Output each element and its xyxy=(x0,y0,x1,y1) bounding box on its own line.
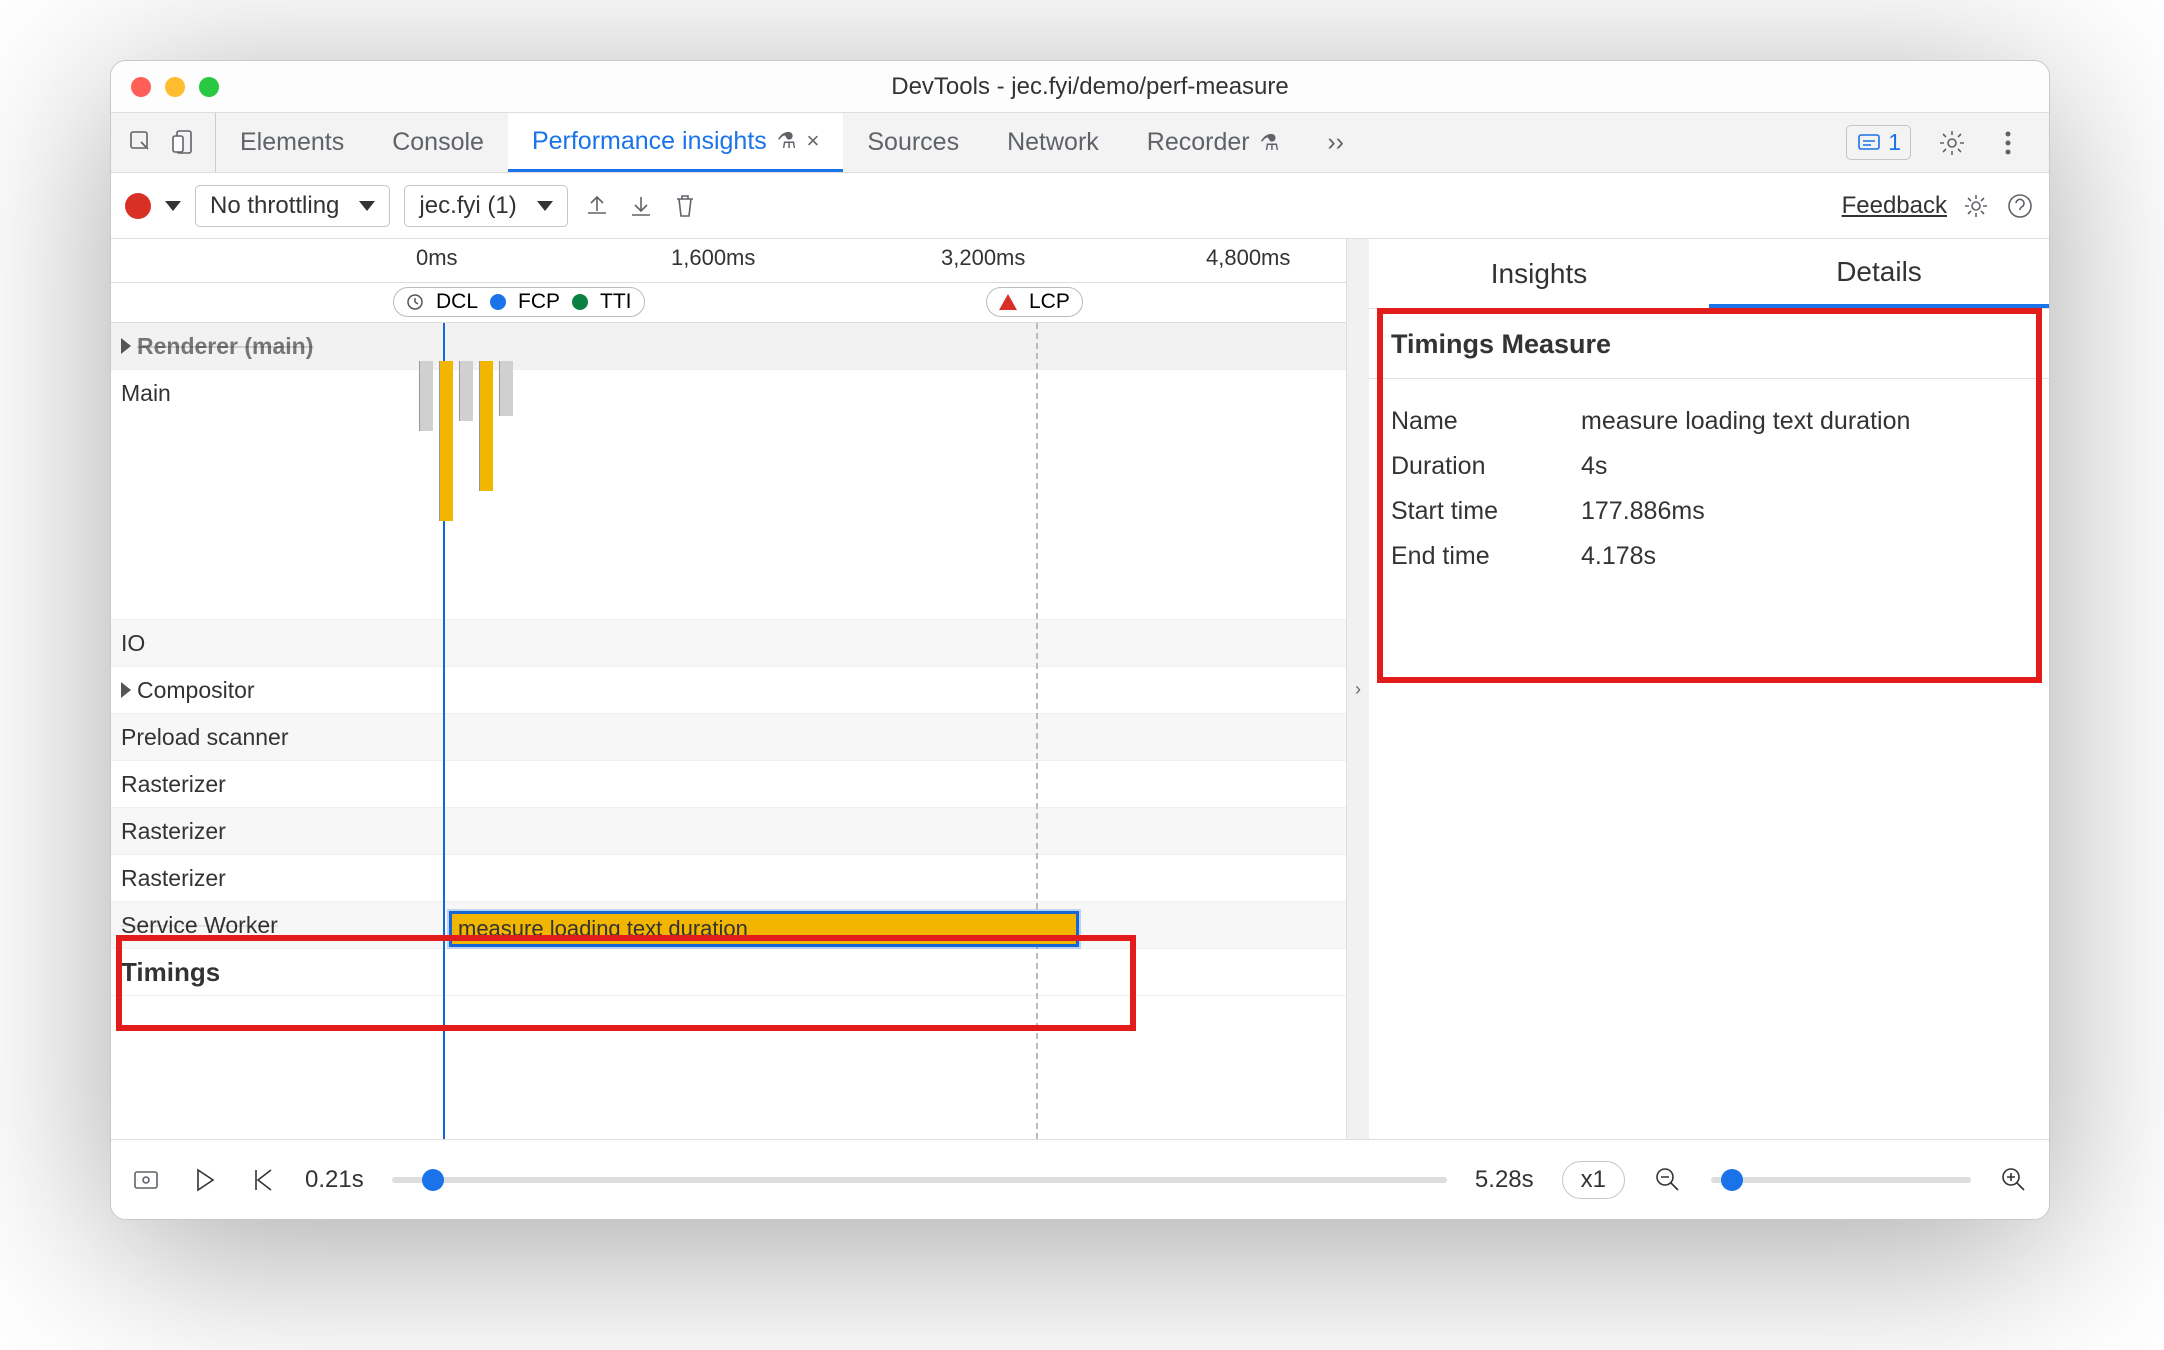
panel-tabs: Elements Console Performance insights ⚗ … xyxy=(111,113,2049,173)
title-bar: DevTools - jec.fyi/demo/perf-measure xyxy=(111,61,2049,113)
more-tabs[interactable]: ›› xyxy=(1303,113,1368,172)
track-main[interactable]: Main xyxy=(111,370,1346,620)
tab-sources[interactable]: Sources xyxy=(843,113,983,172)
tab-label: Console xyxy=(392,128,484,157)
chevron-right-icon: › xyxy=(1355,679,1361,700)
export-icon[interactable] xyxy=(582,191,612,221)
markers-row: DCL FCP TTI LCP xyxy=(111,283,1346,323)
track-preload-scanner[interactable]: Preload scanner xyxy=(111,714,1346,761)
rewind-icon[interactable] xyxy=(247,1165,277,1195)
track-rasterizer[interactable]: Rasterizer xyxy=(111,855,1346,902)
warning-triangle-icon xyxy=(999,294,1017,310)
window-controls xyxy=(131,77,219,97)
ruler-tick: 1,600ms xyxy=(671,245,755,271)
tab-label: Sources xyxy=(867,128,959,157)
record-button[interactable] xyxy=(125,193,151,219)
annotation-box xyxy=(1377,308,2042,683)
badge-count: 1 xyxy=(1888,129,1901,156)
tab-details[interactable]: Details xyxy=(1709,239,2049,308)
message-icon xyxy=(1856,130,1882,156)
playback-start-time: 0.21s xyxy=(305,1166,364,1194)
chevron-down-icon xyxy=(537,201,553,211)
playback-end-time: 5.28s xyxy=(1475,1166,1534,1194)
issues-badge[interactable]: 1 xyxy=(1846,125,1911,160)
chevron-double-right-icon: ›› xyxy=(1327,128,1344,157)
record-icon xyxy=(125,193,151,219)
ruler-tick: 0ms xyxy=(416,245,458,271)
flask-icon: ⚗ xyxy=(777,128,797,154)
expand-triangle-icon xyxy=(121,682,131,698)
recording-select[interactable]: jec.fyi (1) xyxy=(404,185,567,227)
track-rasterizer[interactable]: Rasterizer xyxy=(111,761,1346,808)
track-rasterizer[interactable]: Rasterizer xyxy=(111,808,1346,855)
minimize-window-icon[interactable] xyxy=(165,77,185,97)
clock-icon xyxy=(406,293,424,311)
record-options-dropdown[interactable] xyxy=(165,201,181,211)
zoom-in-icon[interactable] xyxy=(1999,1165,2029,1195)
zoom-level[interactable]: x1 xyxy=(1562,1161,1625,1199)
time-ruler[interactable]: 0ms 1,600ms 3,200ms 4,800ms xyxy=(111,239,1346,283)
marker-tti: TTI xyxy=(600,290,632,314)
tab-label: Elements xyxy=(240,128,344,157)
expand-triangle-icon xyxy=(121,338,131,354)
close-window-icon[interactable] xyxy=(131,77,151,97)
tab-elements[interactable]: Elements xyxy=(216,113,368,172)
inspect-icon[interactable] xyxy=(127,128,157,158)
tab-label: Recorder xyxy=(1147,128,1250,157)
collapse-sidebar-button[interactable]: › xyxy=(1347,239,1369,1139)
lcp-marker[interactable]: LCP xyxy=(986,287,1083,317)
marker-lcp: LCP xyxy=(1029,290,1070,314)
chevron-down-icon xyxy=(359,201,375,211)
zoom-slider[interactable] xyxy=(1711,1177,1971,1183)
more-vert-icon[interactable] xyxy=(1993,128,2023,158)
delete-icon[interactable] xyxy=(670,191,700,221)
playback-footer: 0.21s 5.28s x1 xyxy=(111,1139,2049,1219)
dot-icon xyxy=(572,294,588,310)
tab-label: Performance insights xyxy=(532,127,767,156)
tab-network[interactable]: Network xyxy=(983,113,1123,172)
flask-icon: ⚗ xyxy=(1260,130,1280,156)
toggle-preview-icon[interactable] xyxy=(131,1165,161,1195)
window-title: DevTools - jec.fyi/demo/perf-measure xyxy=(219,73,1961,101)
tab-performance-insights[interactable]: Performance insights ⚗ × xyxy=(508,113,843,172)
maximize-window-icon[interactable] xyxy=(199,77,219,97)
tab-label: Network xyxy=(1007,128,1099,157)
marker-fcp: FCP xyxy=(518,290,560,314)
track-compositor[interactable]: Compositor xyxy=(111,667,1346,714)
slider-thumb[interactable] xyxy=(422,1169,444,1191)
play-icon[interactable] xyxy=(189,1165,219,1195)
panel-settings-gear-icon[interactable] xyxy=(1961,191,1991,221)
recording-label: jec.fyi (1) xyxy=(419,192,516,220)
annotation-box xyxy=(116,935,1136,1031)
help-icon[interactable] xyxy=(2005,191,2035,221)
throttling-select[interactable]: No throttling xyxy=(195,185,390,227)
settings-gear-icon[interactable] xyxy=(1937,128,1967,158)
close-tab-icon[interactable]: × xyxy=(807,128,820,154)
slider-thumb[interactable] xyxy=(1721,1169,1743,1191)
track-io[interactable]: IO xyxy=(111,620,1346,667)
markers-pill[interactable]: DCL FCP TTI xyxy=(393,287,645,317)
import-icon[interactable] xyxy=(626,191,656,221)
dot-icon xyxy=(490,294,506,310)
ruler-tick: 4,800ms xyxy=(1206,245,1290,271)
perf-toolbar: No throttling jec.fyi (1) Feedback xyxy=(111,173,2049,239)
tab-insights[interactable]: Insights xyxy=(1369,239,1709,308)
playback-slider[interactable] xyxy=(392,1177,1447,1183)
marker-dcl: DCL xyxy=(436,290,478,314)
device-toggle-icon[interactable] xyxy=(171,128,201,158)
zoom-out-icon[interactable] xyxy=(1653,1165,1683,1195)
tab-console[interactable]: Console xyxy=(368,113,508,172)
devtools-window: DevTools - jec.fyi/demo/perf-measure Ele… xyxy=(110,60,2050,1220)
ruler-tick: 3,200ms xyxy=(941,245,1025,271)
throttling-label: No throttling xyxy=(210,192,339,220)
track-renderer-header[interactable]: Renderer (main) xyxy=(111,323,1346,370)
tab-recorder[interactable]: Recorder ⚗ xyxy=(1123,113,1304,172)
feedback-link[interactable]: Feedback xyxy=(1842,192,1947,220)
